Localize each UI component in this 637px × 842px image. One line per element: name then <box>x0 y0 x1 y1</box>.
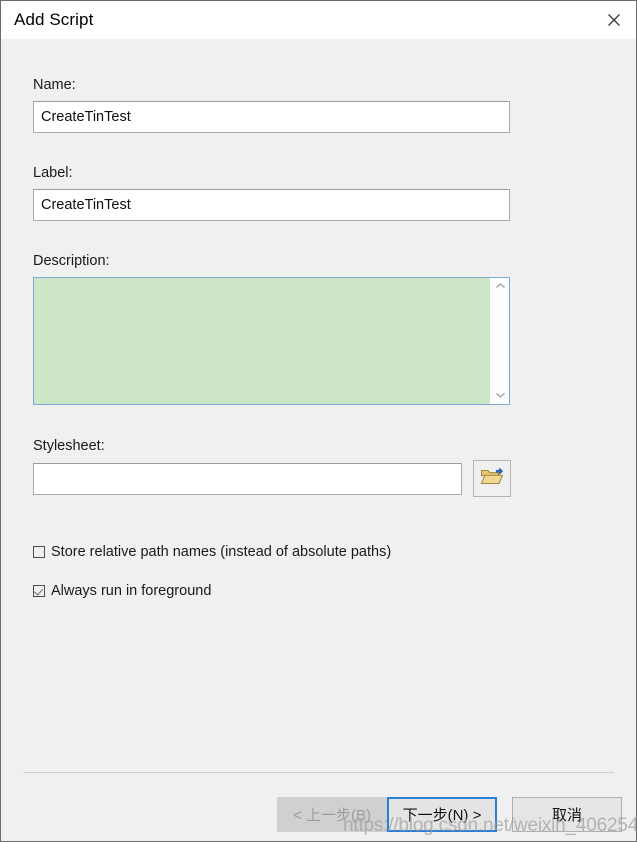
stylesheet-label: Stylesheet: <box>33 438 105 454</box>
close-icon[interactable] <box>592 1 636 38</box>
stylesheet-input[interactable] <box>33 463 462 495</box>
description-label: Description: <box>33 253 110 269</box>
checkbox-always-run-foreground[interactable]: Always run in foreground <box>33 583 211 599</box>
name-label: Name: <box>33 77 76 93</box>
description-scrollbar[interactable] <box>490 278 509 404</box>
checkbox-label: Always run in foreground <box>51 583 212 599</box>
cancel-button[interactable]: 取消 <box>512 797 622 832</box>
back-button[interactable]: < 上一步(B) <box>277 797 387 832</box>
description-textarea[interactable] <box>34 278 490 404</box>
title-bar: Add Script <box>1 1 636 39</box>
chevron-up-icon[interactable] <box>495 282 506 290</box>
add-script-dialog: Add Script Name: Label: Description: <box>0 0 637 842</box>
checkbox-label: Store relative path names (instead of ab… <box>51 544 392 560</box>
next-button[interactable]: 下一步(N) > <box>387 797 497 832</box>
checkbox-box[interactable] <box>33 585 45 597</box>
name-input[interactable] <box>33 101 510 133</box>
checkbox-store-relative-paths[interactable]: Store relative path names (instead of ab… <box>33 544 391 560</box>
label-label: Label: <box>33 165 73 181</box>
footer-separator <box>23 772 614 773</box>
dialog-body: Name: Label: Description: <box>1 39 636 841</box>
checkbox-box[interactable] <box>33 546 45 558</box>
dialog-title: Add Script <box>14 10 94 29</box>
open-folder-icon <box>480 465 504 492</box>
description-field[interactable] <box>33 277 510 405</box>
label-input[interactable] <box>33 189 510 221</box>
browse-stylesheet-button[interactable] <box>473 460 511 497</box>
chevron-down-icon[interactable] <box>495 391 506 399</box>
